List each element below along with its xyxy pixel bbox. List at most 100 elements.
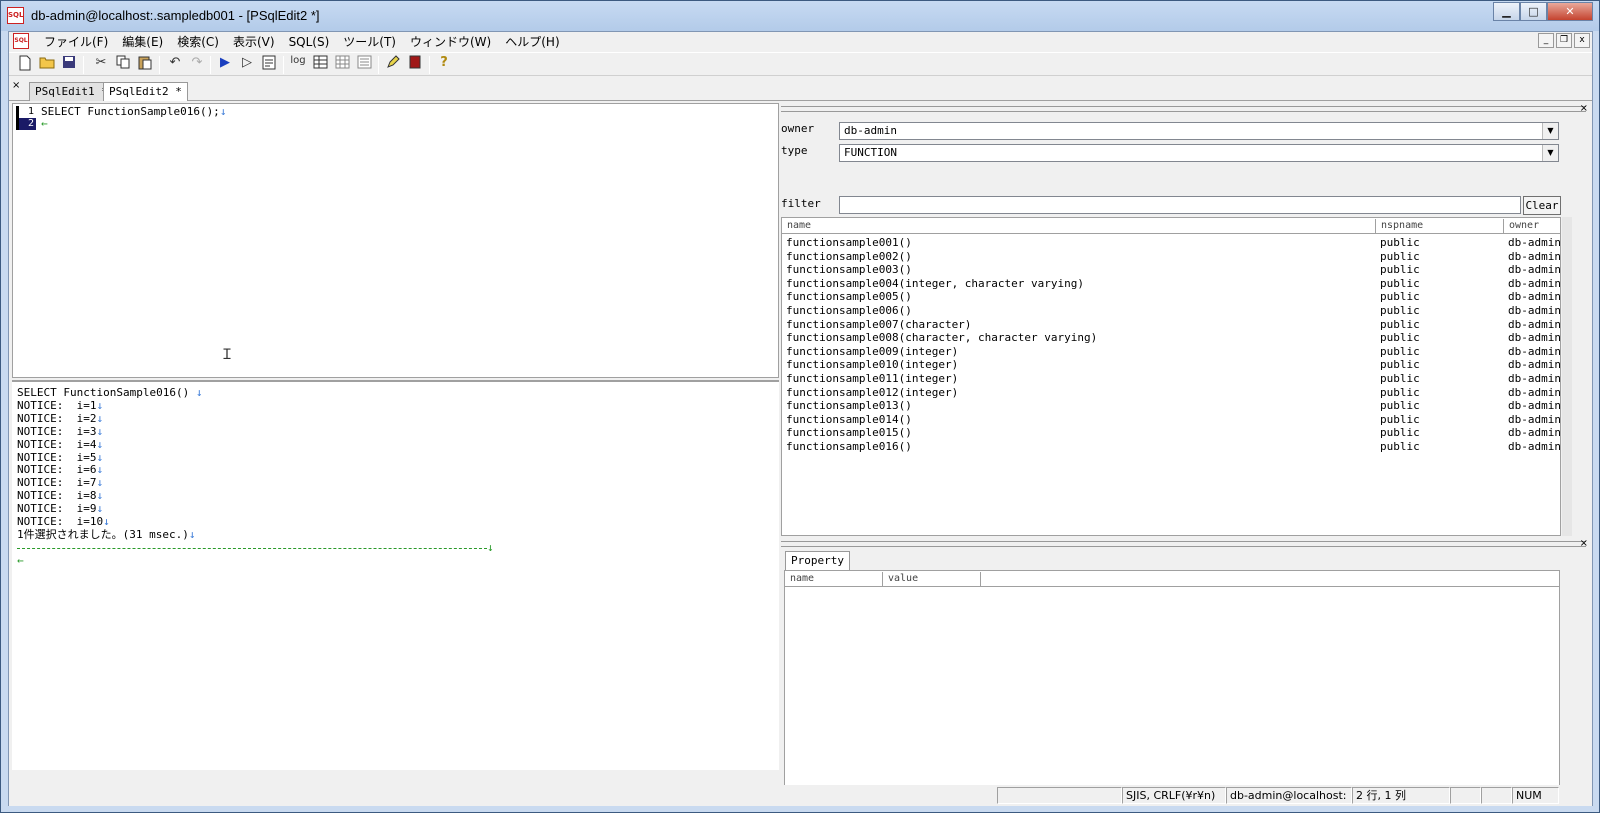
table-row[interactable]: functionsample014() public db-admin <box>782 413 1560 427</box>
code-line: SELECT FunctionSample016();↓ <box>41 105 227 118</box>
row-owner: db-admin <box>1508 426 1561 440</box>
table-row[interactable]: functionsample001() public db-admin <box>782 236 1560 250</box>
sql-editor[interactable]: 1 2 SELECT FunctionSample016();↓ ← Ｉ <box>12 103 779 378</box>
table-icon[interactable] <box>332 55 352 75</box>
explain-icon[interactable] <box>259 55 279 75</box>
log-button[interactable]: log <box>288 55 308 75</box>
table-row[interactable]: functionsample013() public db-admin <box>782 399 1560 413</box>
output-lines: SELECT FunctionSample016() ↓ NOTICE: i=1↓… <box>17 386 494 568</box>
row-nspname: public <box>1380 440 1420 453</box>
property-close-icon[interactable]: × <box>1580 538 1588 549</box>
table-row[interactable]: functionsample007(character) public db-adm… <box>782 318 1560 332</box>
chevron-down-icon[interactable]: ▼ <box>1542 123 1558 139</box>
row-nspname: public <box>1380 399 1420 413</box>
paste-icon[interactable] <box>135 55 155 75</box>
row-owner: db-admin <box>1508 304 1561 317</box>
eof-marker: ← <box>17 553 24 567</box>
maximize-button[interactable]: □ <box>1520 2 1547 21</box>
filter-input[interactable] <box>839 196 1521 214</box>
menu-help[interactable]: ヘルプ(H) <box>498 34 566 50</box>
row-nspname: public <box>1380 412 1420 426</box>
table-row[interactable]: functionsample003() public db-admin <box>782 263 1560 277</box>
chevron-down-icon[interactable]: ▼ <box>1542 145 1558 161</box>
tab-psqledit2[interactable]: PSqlEdit2 * <box>103 82 188 101</box>
menu-window[interactable]: ウィンドウ(W) <box>403 34 498 50</box>
redo-icon[interactable]: ↷ <box>187 55 207 75</box>
row-nspname: public <box>1380 276 1420 290</box>
editor-code[interactable]: SELECT FunctionSample016();↓ ← <box>41 106 226 130</box>
table-row[interactable]: functionsample009(integer) public db-admin <box>782 345 1560 359</box>
table-row[interactable]: functionsample010(integer) public db-admin <box>782 358 1560 372</box>
status-encoding: SJIS, CRLF(¥r¥n) <box>1122 787 1226 804</box>
tab-psqledit1[interactable]: PSqlEdit1 * <box>29 82 114 101</box>
mdi-close-button[interactable]: x <box>1574 33 1590 48</box>
status-bar: SJIS, CRLF(¥r¥n) db-admin@localhost: 2 行… <box>9 785 1592 806</box>
table-row[interactable]: functionsample008(character, character v… <box>782 331 1560 345</box>
row-owner: db-admin <box>1508 331 1561 345</box>
row-name: functionsample003() <box>786 263 912 277</box>
document-icon[interactable]: SQL <box>13 33 29 49</box>
mdi-minimize-button[interactable]: _ <box>1538 33 1554 48</box>
panel-grip[interactable] <box>781 106 1586 112</box>
menu-edit[interactable]: 編集(E) <box>115 34 170 50</box>
undo-icon[interactable]: ↶ <box>165 55 185 75</box>
vertical-scrollbar[interactable] <box>1562 217 1572 536</box>
close-button[interactable]: ✕ <box>1547 2 1593 21</box>
column-header-owner[interactable]: owner <box>1504 219 1560 233</box>
row-name: functionsample016() <box>786 440 912 453</box>
column-header-nspname[interactable]: nspname <box>1376 219 1504 233</box>
table-row[interactable]: functionsample015() public db-admin <box>782 426 1560 440</box>
table-row[interactable]: functionsample002() public db-admin <box>782 250 1560 264</box>
grid-icon[interactable] <box>310 55 330 75</box>
book-icon[interactable] <box>405 55 425 75</box>
panel-close-icon[interactable]: × <box>1580 103 1588 114</box>
open-folder-icon[interactable] <box>37 55 57 75</box>
row-name: functionsample002() <box>786 249 912 263</box>
clear-button[interactable]: Clear <box>1523 196 1561 215</box>
table-row[interactable]: functionsample012(integer) public db-admin <box>782 386 1560 400</box>
tab-property[interactable]: Property <box>785 551 850 571</box>
copy-icon[interactable] <box>113 55 133 75</box>
owner-combo[interactable]: db-admin ▼ <box>839 122 1559 140</box>
menu-sql[interactable]: SQL(S) <box>282 34 337 50</box>
row-nspname: public <box>1380 249 1420 263</box>
row-nspname: public <box>1380 290 1420 304</box>
window-controls: ▁ □ ✕ <box>1493 2 1593 21</box>
row-owner: db-admin <box>1508 372 1561 385</box>
menu-view[interactable]: 表示(V) <box>226 34 282 50</box>
property-grid: name value <box>784 570 1560 797</box>
table-row[interactable]: functionsample006() public db-admin <box>782 304 1560 318</box>
result-output[interactable]: SELECT FunctionSample016() ↓ NOTICE: i=1↓… <box>12 380 779 770</box>
column-header-name[interactable]: name <box>785 572 883 586</box>
execute-icon[interactable]: ▶ <box>215 55 235 75</box>
row-name: functionsample004(integer, character var… <box>786 276 1085 290</box>
help-icon[interactable]: ? <box>434 55 454 75</box>
table-row[interactable]: functionsample011(integer) public db-admin <box>782 372 1560 386</box>
pen-icon[interactable] <box>383 55 403 75</box>
save-icon[interactable] <box>59 55 79 75</box>
column-header-name[interactable]: name <box>782 219 1376 233</box>
menu-search[interactable]: 検索(C) <box>170 34 226 50</box>
minimize-button[interactable]: ▁ <box>1493 2 1520 21</box>
menu-tools[interactable]: ツール(T) <box>336 34 403 50</box>
row-owner: db-admin <box>1508 344 1561 358</box>
title-bar[interactable]: SQL db-admin@localhost:.sampledb001 - [P… <box>1 1 1599 31</box>
record-icon[interactable] <box>354 55 374 75</box>
table-row[interactable]: functionsample016() public db-admin <box>782 440 1560 454</box>
toolbar-separator <box>159 56 160 74</box>
table-row[interactable]: functionsample004(integer, character var… <box>782 277 1560 291</box>
separator-line: ↓ <box>17 541 494 555</box>
execute-step-icon[interactable]: ▷ <box>237 55 257 75</box>
mdi-restore-button[interactable]: ❐ <box>1556 33 1572 48</box>
new-file-icon[interactable] <box>15 55 35 75</box>
cut-icon[interactable]: ✂ <box>91 55 111 75</box>
row-owner: db-admin <box>1508 276 1561 290</box>
tab-close-icon[interactable]: × <box>12 80 20 91</box>
menu-file[interactable]: ファイル(F) <box>37 34 115 50</box>
table-row[interactable]: functionsample005() public db-admin <box>782 290 1560 304</box>
row-owner: db-admin <box>1508 263 1561 277</box>
row-owner: db-admin <box>1508 317 1561 331</box>
type-combo[interactable]: FUNCTION ▼ <box>839 144 1559 162</box>
panel-grip[interactable] <box>781 541 1586 547</box>
column-header-value[interactable]: value <box>883 572 981 586</box>
